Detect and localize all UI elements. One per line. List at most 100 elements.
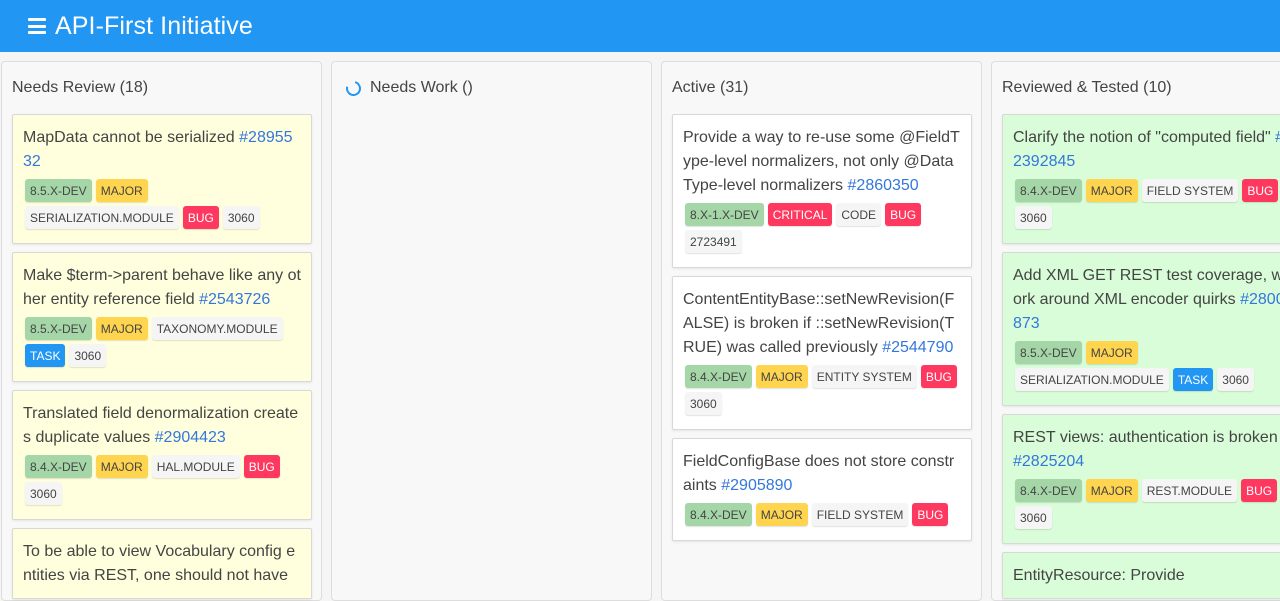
issue-link[interactable]: #2544790	[882, 339, 953, 356]
card-title-text: REST views: authentication is broken	[1013, 429, 1278, 446]
version-tag[interactable]: 8.5.X-DEV	[25, 317, 92, 340]
priority-tag[interactable]: MAJOR	[1085, 179, 1138, 202]
issue-card[interactable]: REST views: authentication is broken #28…	[1002, 414, 1280, 544]
card-title: EntityResource: Provide	[1013, 564, 1280, 588]
column-header: Active (31)	[662, 62, 981, 114]
card-title: Clarify the notion of "computed field" #…	[1013, 126, 1280, 174]
issue-card[interactable]: Provide a way to re-use some @FieldType-…	[672, 114, 972, 268]
type-tag[interactable]: BUG	[1241, 479, 1278, 502]
card-title: FieldConfigBase does not store constrain…	[683, 450, 961, 498]
version-tag[interactable]: 8.4.X-DEV	[685, 503, 752, 526]
type-tag[interactable]: TASK	[1172, 368, 1214, 391]
component-tag[interactable]: TAXONOMY.MODULE	[151, 317, 283, 340]
component-tag[interactable]: SERIALIZATION.MODULE	[25, 206, 179, 229]
tag-list: 8.4.X-DEV MAJOR ENTITY SYSTEM BUG 3060	[685, 365, 961, 419]
component-tag[interactable]: HAL.MODULE	[151, 455, 240, 478]
column-header: Needs Review (18)	[2, 62, 321, 114]
tag-list: 8.5.X-DEV MAJOR SERIALIZATION.MODULE BUG 306…	[25, 179, 301, 233]
column-needs-review: Needs Review (18) MapData cannot be seri…	[1, 61, 322, 601]
type-tag[interactable]: BUG	[1242, 179, 1279, 202]
issue-card[interactable]: Translated field denormalization creates…	[12, 390, 312, 520]
tag-list: 8.4.X-DEV MAJOR HAL.MODULE BUG 3060	[25, 455, 301, 509]
tag-list: 8.4.X-DEV MAJOR FIELD SYSTEM BUG	[685, 503, 961, 530]
user-id-tag[interactable]: 3060	[685, 392, 722, 415]
column-reviewed-tested: Reviewed & Tested (10) Clarify the notio…	[991, 61, 1280, 601]
component-tag[interactable]: CODE	[836, 203, 882, 226]
card-title: Add XML GET REST test coverage, work aro…	[1013, 264, 1280, 336]
card-title-text: Clarify the notion of "computed field"	[1013, 129, 1271, 146]
card-title-text: EntityResource: Provide	[1013, 567, 1185, 584]
issue-link[interactable]: #2825204	[1013, 453, 1084, 470]
type-tag[interactable]: BUG	[885, 203, 922, 226]
card-title: To be able to view Vocabulary config ent…	[23, 540, 301, 588]
issue-link[interactable]: #2905890	[721, 477, 792, 494]
component-tag[interactable]: FIELD SYSTEM	[1141, 179, 1239, 202]
kanban-board: Needs Review (18) MapData cannot be seri…	[0, 61, 1280, 601]
user-id-tag[interactable]: 3060	[25, 482, 62, 505]
user-id-tag[interactable]: 3060	[1015, 206, 1052, 229]
priority-tag[interactable]: CRITICAL	[767, 203, 833, 226]
column-active: Active (31) Provide a way to re-use some…	[661, 61, 982, 601]
type-tag[interactable]: BUG	[182, 206, 219, 229]
priority-tag[interactable]: MAJOR	[95, 455, 148, 478]
tag-list: 8.5.X-DEV MAJOR TAXONOMY.MODULE TASK 3060	[25, 317, 301, 371]
issue-card[interactable]: Clarify the notion of "computed field" #…	[1002, 114, 1280, 244]
type-tag[interactable]: BUG	[243, 455, 280, 478]
tag-list: 8.X-1.X-DEV CRITICAL CODE BUG 2723491	[685, 203, 961, 257]
priority-tag[interactable]: MAJOR	[1085, 341, 1138, 364]
priority-tag[interactable]: MAJOR	[95, 179, 148, 202]
component-tag[interactable]: REST.MODULE	[1141, 479, 1238, 502]
hamburger-menu-icon[interactable]	[28, 18, 46, 34]
user-id-tag[interactable]: 3060	[222, 206, 260, 229]
column-title: Reviewed & Tested (10)	[1002, 79, 1172, 96]
issue-card[interactable]: Add XML GET REST test coverage, work aro…	[1002, 252, 1280, 406]
priority-tag[interactable]: MAJOR	[95, 317, 148, 340]
type-tag[interactable]: BUG	[912, 503, 949, 526]
version-tag[interactable]: 8.4.X-DEV	[685, 365, 752, 388]
issue-card[interactable]: To be able to view Vocabulary config ent…	[12, 528, 312, 599]
card-list: MapData cannot be serialized #2895532 8.5…	[2, 114, 321, 599]
issue-card[interactable]: EntityResource: Provide	[1002, 552, 1280, 599]
loading-spinner-icon	[343, 77, 364, 99]
card-title: Make $term->parent behave like any other…	[23, 264, 301, 312]
version-tag[interactable]: 8.5.X-DEV	[1015, 341, 1082, 364]
column-header: Reviewed & Tested (10)	[992, 62, 1280, 114]
column-header: Needs Work ()	[332, 62, 651, 114]
priority-tag[interactable]: MAJOR	[1085, 479, 1138, 502]
type-tag[interactable]: BUG	[920, 365, 957, 388]
issue-card[interactable]: MapData cannot be serialized #2895532 8.5…	[12, 114, 312, 244]
column-title: Needs Review (18)	[12, 79, 149, 96]
card-title: MapData cannot be serialized #2895532	[23, 126, 301, 174]
version-tag[interactable]: 8.4.X-DEV	[1015, 479, 1082, 502]
issue-card[interactable]: FieldConfigBase does not store constrain…	[672, 438, 972, 541]
user-id-tag[interactable]: 3060	[1217, 368, 1254, 391]
version-tag[interactable]: 8.4.X-DEV	[1015, 179, 1082, 202]
card-title: Provide a way to re-use some @FieldType-…	[683, 126, 961, 198]
issue-link[interactable]: #2904423	[155, 429, 226, 446]
app-title: API-First Initiative	[55, 11, 253, 40]
component-tag[interactable]: SERIALIZATION.MODULE	[1015, 368, 1169, 391]
user-id-tag[interactable]: 3060	[1015, 506, 1052, 529]
version-tag[interactable]: 8.X-1.X-DEV	[685, 203, 764, 226]
issue-card[interactable]: Make $term->parent behave like any other…	[12, 252, 312, 382]
column-title: Active (31)	[672, 79, 749, 96]
card-title-text: MapData cannot be serialized	[23, 129, 235, 146]
issue-link[interactable]: #2543726	[199, 291, 270, 308]
tag-list: 8.5.X-DEV MAJOR SERIALIZATION.MODULE TASK 30…	[1015, 341, 1280, 395]
issue-card[interactable]: ContentEntityBase::setNewRevision(FALSE)…	[672, 276, 972, 430]
user-id-tag[interactable]: 3060	[69, 344, 107, 367]
card-title: ContentEntityBase::setNewRevision(FALSE)…	[683, 288, 961, 360]
tag-list: 8.4.X-DEV MAJOR REST.MODULE BUG 3060	[1015, 479, 1280, 533]
version-tag[interactable]: 8.4.X-DEV	[25, 455, 92, 478]
component-tag[interactable]: FIELD SYSTEM	[811, 503, 909, 526]
card-list: Provide a way to re-use some @FieldType-…	[662, 114, 981, 541]
version-tag[interactable]: 8.5.X-DEV	[25, 179, 92, 202]
component-tag[interactable]: ENTITY SYSTEM	[811, 365, 917, 388]
issue-link[interactable]: #2860350	[848, 177, 919, 194]
app-header: API-First Initiative	[0, 0, 1280, 52]
priority-tag[interactable]: MAJOR	[755, 365, 808, 388]
type-tag[interactable]: TASK	[25, 344, 66, 367]
card-title: Translated field denormalization creates…	[23, 402, 301, 450]
priority-tag[interactable]: MAJOR	[755, 503, 808, 526]
user-id-tag[interactable]: 2723491	[685, 230, 742, 253]
